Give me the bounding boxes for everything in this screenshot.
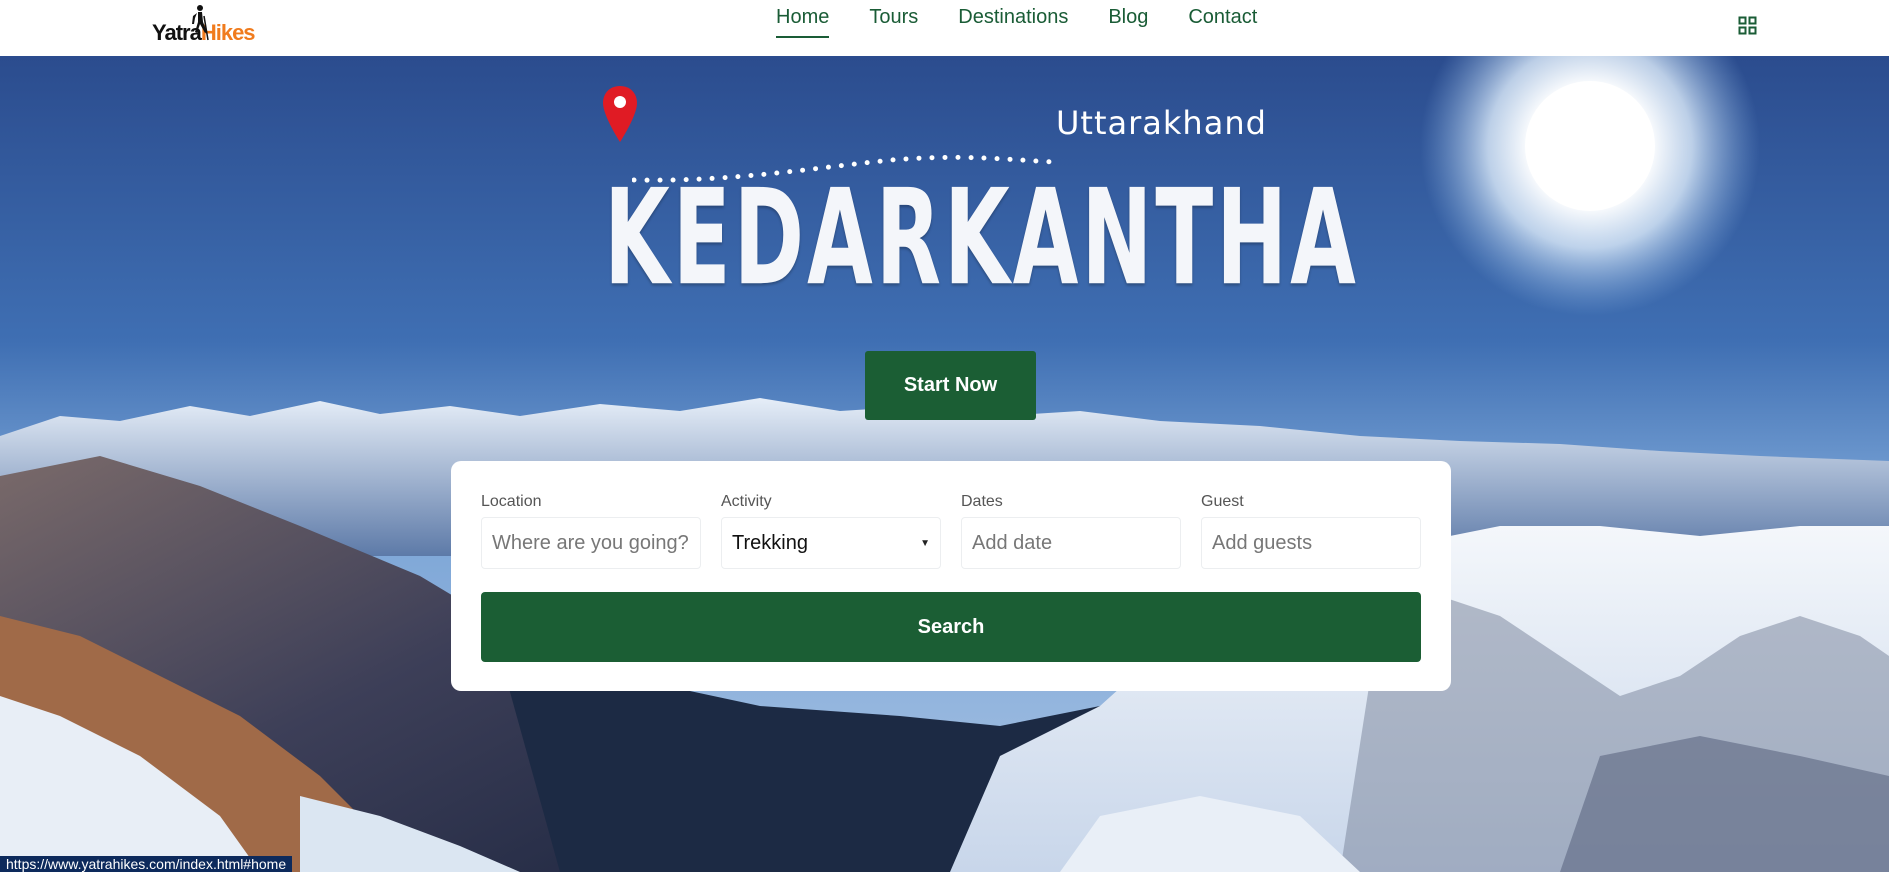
dates-label: Dates bbox=[961, 493, 1003, 510]
page: YatraHikes Home Tours Destinations Blog … bbox=[0, 0, 1889, 872]
grid-icon[interactable] bbox=[1738, 16, 1757, 35]
location-label: Location bbox=[481, 493, 542, 510]
caret-down-icon: ▼ bbox=[920, 537, 930, 549]
nav-home[interactable]: Home bbox=[776, 6, 830, 38]
activity-select[interactable]: Trekking ▼ bbox=[721, 517, 941, 569]
nav-destinations[interactable]: Destinations bbox=[958, 6, 1068, 38]
nav-contact[interactable]: Contact bbox=[1188, 6, 1257, 38]
hero-title: KEDARKANTHA bbox=[604, 160, 1359, 315]
guest-field-group: Guest bbox=[1201, 493, 1421, 569]
location-input[interactable] bbox=[481, 517, 701, 569]
hiker-icon bbox=[192, 5, 209, 41]
start-now-button[interactable]: Start Now bbox=[865, 351, 1036, 420]
search-button[interactable]: Search bbox=[481, 592, 1421, 662]
main-nav: Home Tours Destinations Blog Contact bbox=[776, 6, 1257, 38]
hero-section: Uttarakhand KEDARKANTHA Start Now Locati… bbox=[0, 56, 1889, 872]
site-header: YatraHikes Home Tours Destinations Blog … bbox=[0, 0, 1889, 56]
dates-field-group: Dates bbox=[961, 493, 1181, 569]
location-field-group: Location bbox=[481, 493, 701, 569]
search-card: Location Activity Trekking ▼ Dates Guest… bbox=[451, 461, 1451, 691]
activity-select-value: Trekking bbox=[732, 531, 808, 554]
guest-input[interactable] bbox=[1201, 517, 1421, 569]
logo[interactable]: YatraHikes bbox=[152, 4, 256, 46]
nav-blog[interactable]: Blog bbox=[1108, 6, 1148, 38]
hero-region: Uttarakhand bbox=[1056, 104, 1267, 142]
nav-tours[interactable]: Tours bbox=[869, 6, 918, 38]
status-bar-url: https://www.yatrahikes.com/index.html#ho… bbox=[0, 856, 293, 872]
activity-field-group: Activity Trekking ▼ bbox=[721, 493, 941, 569]
guest-label: Guest bbox=[1201, 493, 1244, 510]
activity-label: Activity bbox=[721, 493, 772, 510]
dates-input[interactable] bbox=[961, 517, 1181, 569]
